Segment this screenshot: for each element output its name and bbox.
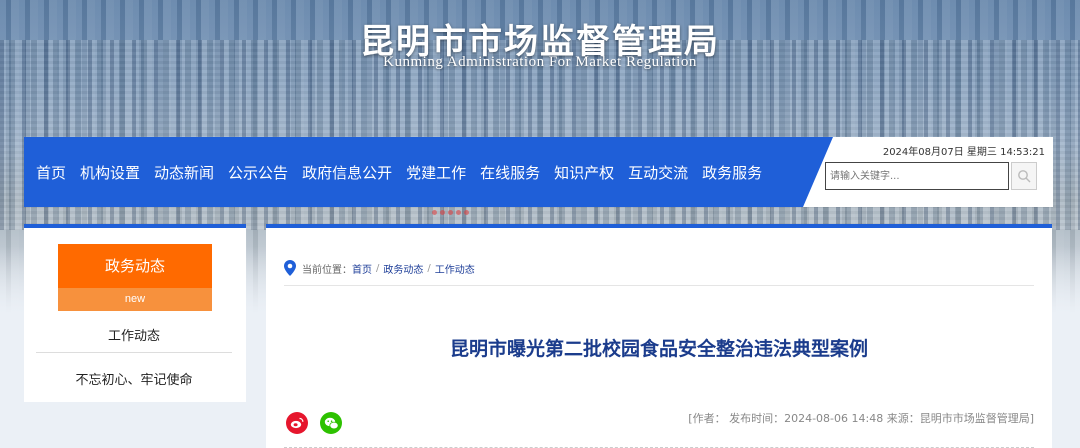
nav-item-news[interactable]: 动态新闻	[148, 162, 220, 183]
location-pin-icon	[284, 260, 296, 276]
breadcrumb-prefix: 当前位置：	[302, 264, 352, 276]
sidebar-item-original-aspiration[interactable]: 不忘初心、牢记使命	[36, 369, 232, 388]
sidebar-new-badge: new	[58, 288, 212, 311]
weibo-share-button[interactable]	[286, 412, 308, 434]
nav-item-interaction[interactable]: 互动交流	[622, 162, 694, 183]
sidebar-divider	[36, 352, 232, 353]
nav-item-ip[interactable]: 知识产权	[548, 162, 620, 183]
nav-item-online-services[interactable]: 在线服务	[474, 162, 546, 183]
sidebar-item-work-news[interactable]: 工作动态	[36, 325, 232, 344]
wechat-icon	[324, 417, 339, 429]
main-content: 当前位置： 首页 / 政务动态 / 工作动态 昆明市曝光第二批校园食品安全整治违…	[266, 224, 1052, 448]
nav-item-gov-info[interactable]: 政府信息公开	[296, 162, 398, 183]
nav-item-home[interactable]: 首页	[30, 162, 72, 183]
nav-item-gov-services[interactable]: 政务服务	[696, 162, 768, 183]
sidebar-heading: 政务动态	[58, 244, 212, 288]
site-subtitle: Kunming Administration For Market Regula…	[383, 54, 697, 70]
breadcrumb-divider	[284, 285, 1034, 286]
breadcrumb: 当前位置： 首页 / 政务动态 / 工作动态	[284, 260, 475, 276]
breadcrumb-home[interactable]: 首页	[352, 261, 372, 276]
nav-utility-panel: 2024年08月07日 星期三 14:53:21	[803, 137, 1053, 207]
search-icon	[1018, 170, 1031, 183]
article-title: 昆明市曝光第二批校园食品安全整治违法典型案例	[449, 338, 868, 360]
search-input[interactable]	[825, 162, 1009, 190]
search-button[interactable]	[1011, 162, 1037, 190]
breadcrumb-gov-dynamics[interactable]: 政务动态	[383, 261, 423, 276]
nav-item-party-building[interactable]: 党建工作	[400, 162, 472, 183]
breadcrumb-separator: /	[376, 262, 380, 274]
current-datetime: 2024年08月07日 星期三 14:53:21	[882, 147, 1045, 158]
nav-item-organization[interactable]: 机构设置	[74, 162, 146, 183]
main-navigation: 首页 机构设置 动态新闻 公示公告 政府信息公开 党建工作 在线服务 知识产权 …	[24, 137, 1053, 207]
share-buttons	[286, 412, 342, 434]
weibo-icon	[290, 417, 304, 429]
article-meta: [作者： 发布时间：2024-08-06 14:48 来源：昆明市市场监督管理局…	[688, 412, 1034, 425]
nav-item-announcements[interactable]: 公示公告	[222, 162, 294, 183]
nav-list: 首页 机构设置 动态新闻 公示公告 政府信息公开 党建工作 在线服务 知识产权 …	[30, 137, 770, 207]
wechat-share-button[interactable]	[320, 412, 342, 434]
breadcrumb-work-news[interactable]: 工作动态	[435, 261, 475, 276]
banner-dots	[432, 210, 469, 215]
sidebar: 政务动态 new 工作动态 不忘初心、牢记使命	[24, 224, 246, 402]
breadcrumb-separator: /	[427, 262, 431, 274]
